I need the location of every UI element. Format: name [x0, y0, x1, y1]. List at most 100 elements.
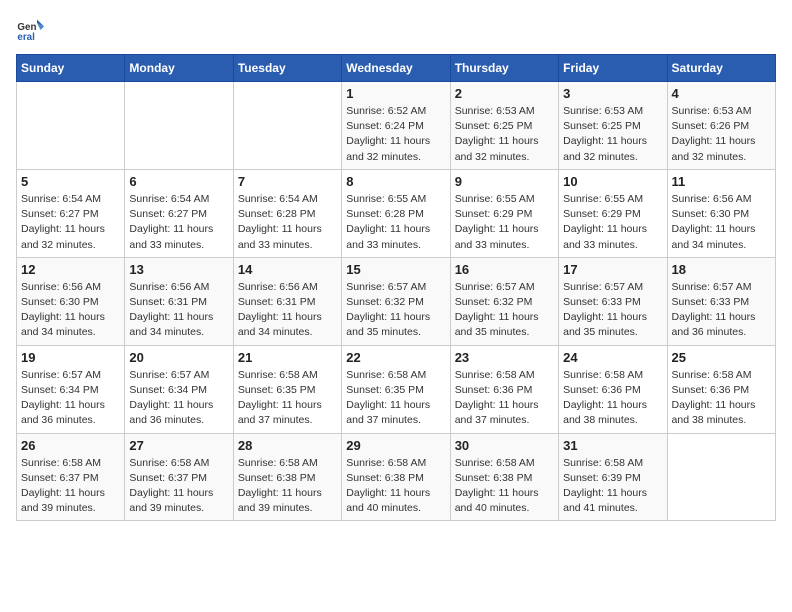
day-cell: 22 Sunrise: 6:58 AMSunset: 6:35 PMDayligh…	[342, 345, 450, 433]
header-wednesday: Wednesday	[342, 55, 450, 82]
week-row-4: 26 Sunrise: 6:58 AMSunset: 6:37 PMDayligh…	[17, 433, 776, 521]
day-cell: 1 Sunrise: 6:52 AMSunset: 6:24 PMDaylight…	[342, 82, 450, 170]
header-thursday: Thursday	[450, 55, 558, 82]
day-cell: 26 Sunrise: 6:58 AMSunset: 6:37 PMDayligh…	[17, 433, 125, 521]
day-info: Sunrise: 6:53 AMSunset: 6:26 PMDaylight:…	[672, 104, 771, 165]
day-number: 14	[238, 262, 337, 277]
header-friday: Friday	[559, 55, 667, 82]
week-row-2: 12 Sunrise: 6:56 AMSunset: 6:30 PMDayligh…	[17, 257, 776, 345]
day-number: 19	[21, 350, 120, 365]
day-number: 7	[238, 174, 337, 189]
day-number: 27	[129, 438, 228, 453]
day-number: 22	[346, 350, 445, 365]
day-info: Sunrise: 6:53 AMSunset: 6:25 PMDaylight:…	[455, 104, 554, 165]
day-cell: 29 Sunrise: 6:58 AMSunset: 6:38 PMDayligh…	[342, 433, 450, 521]
header-sunday: Sunday	[17, 55, 125, 82]
day-number: 11	[672, 174, 771, 189]
day-cell: 4 Sunrise: 6:53 AMSunset: 6:26 PMDaylight…	[667, 82, 775, 170]
week-row-1: 5 Sunrise: 6:54 AMSunset: 6:27 PMDaylight…	[17, 169, 776, 257]
day-info: Sunrise: 6:56 AMSunset: 6:31 PMDaylight:…	[238, 280, 337, 341]
day-cell: 25 Sunrise: 6:58 AMSunset: 6:36 PMDayligh…	[667, 345, 775, 433]
calendar-table: SundayMondayTuesdayWednesdayThursdayFrid…	[16, 54, 776, 521]
day-info: Sunrise: 6:56 AMSunset: 6:31 PMDaylight:…	[129, 280, 228, 341]
day-info: Sunrise: 6:54 AMSunset: 6:28 PMDaylight:…	[238, 192, 337, 253]
day-info: Sunrise: 6:58 AMSunset: 6:38 PMDaylight:…	[238, 456, 337, 517]
day-number: 12	[21, 262, 120, 277]
day-cell	[667, 433, 775, 521]
day-number: 4	[672, 86, 771, 101]
day-info: Sunrise: 6:54 AMSunset: 6:27 PMDaylight:…	[21, 192, 120, 253]
day-cell: 8Sunrise: 6:55 AMSunset: 6:28 PMDaylight…	[342, 169, 450, 257]
day-cell: 12 Sunrise: 6:56 AMSunset: 6:30 PMDayligh…	[17, 257, 125, 345]
day-cell: 7 Sunrise: 6:54 AMSunset: 6:28 PMDaylight…	[233, 169, 341, 257]
day-cell: 21 Sunrise: 6:58 AMSunset: 6:35 PMDayligh…	[233, 345, 341, 433]
day-info: Sunrise: 6:57 AMSunset: 6:33 PMDaylight:…	[563, 280, 662, 341]
day-cell: 17 Sunrise: 6:57 AMSunset: 6:33 PMDayligh…	[559, 257, 667, 345]
day-info: Sunrise: 6:58 AMSunset: 6:35 PMDaylight:…	[346, 368, 445, 429]
day-info: Sunrise: 6:56 AMSunset: 6:30 PMDaylight:…	[21, 280, 120, 341]
calendar-body: 1 Sunrise: 6:52 AMSunset: 6:24 PMDaylight…	[17, 82, 776, 521]
day-info: Sunrise: 6:57 AMSunset: 6:32 PMDaylight:…	[455, 280, 554, 341]
day-number: 24	[563, 350, 662, 365]
day-info: Sunrise: 6:55 AMSunset: 6:28 PMDaylight:…	[346, 192, 445, 253]
day-info: Sunrise: 6:57 AMSunset: 6:34 PMDaylight:…	[129, 368, 228, 429]
day-number: 28	[238, 438, 337, 453]
day-cell: 23 Sunrise: 6:58 AMSunset: 6:36 PMDayligh…	[450, 345, 558, 433]
day-number: 10	[563, 174, 662, 189]
day-info: Sunrise: 6:58 AMSunset: 6:38 PMDaylight:…	[455, 456, 554, 517]
day-info: Sunrise: 6:56 AMSunset: 6:30 PMDaylight:…	[672, 192, 771, 253]
day-number: 23	[455, 350, 554, 365]
day-cell: 10 Sunrise: 6:55 AMSunset: 6:29 PMDayligh…	[559, 169, 667, 257]
day-number: 29	[346, 438, 445, 453]
calendar-header: SundayMondayTuesdayWednesdayThursdayFrid…	[17, 55, 776, 82]
day-number: 16	[455, 262, 554, 277]
header-monday: Monday	[125, 55, 233, 82]
day-cell	[17, 82, 125, 170]
day-number: 31	[563, 438, 662, 453]
day-cell: 2Sunrise: 6:53 AMSunset: 6:25 PMDaylight…	[450, 82, 558, 170]
day-cell: 16 Sunrise: 6:57 AMSunset: 6:32 PMDayligh…	[450, 257, 558, 345]
day-number: 3	[563, 86, 662, 101]
day-cell: 30Sunrise: 6:58 AMSunset: 6:38 PMDayligh…	[450, 433, 558, 521]
day-info: Sunrise: 6:58 AMSunset: 6:39 PMDaylight:…	[563, 456, 662, 517]
day-number: 25	[672, 350, 771, 365]
day-cell: 11 Sunrise: 6:56 AMSunset: 6:30 PMDayligh…	[667, 169, 775, 257]
day-cell: 27 Sunrise: 6:58 AMSunset: 6:37 PMDayligh…	[125, 433, 233, 521]
day-info: Sunrise: 6:53 AMSunset: 6:25 PMDaylight:…	[563, 104, 662, 165]
day-cell: 18Sunrise: 6:57 AMSunset: 6:33 PMDayligh…	[667, 257, 775, 345]
day-number: 21	[238, 350, 337, 365]
day-number: 5	[21, 174, 120, 189]
day-info: Sunrise: 6:57 AMSunset: 6:34 PMDaylight:…	[21, 368, 120, 429]
day-number: 15	[346, 262, 445, 277]
day-info: Sunrise: 6:58 AMSunset: 6:36 PMDaylight:…	[563, 368, 662, 429]
day-info: Sunrise: 6:58 AMSunset: 6:37 PMDaylight:…	[129, 456, 228, 517]
day-number: 17	[563, 262, 662, 277]
day-number: 9	[455, 174, 554, 189]
day-cell: 3 Sunrise: 6:53 AMSunset: 6:25 PMDaylight…	[559, 82, 667, 170]
day-cell: 28 Sunrise: 6:58 AMSunset: 6:38 PMDayligh…	[233, 433, 341, 521]
day-info: Sunrise: 6:52 AMSunset: 6:24 PMDaylight:…	[346, 104, 445, 165]
day-cell: 15 Sunrise: 6:57 AMSunset: 6:32 PMDayligh…	[342, 257, 450, 345]
day-number: 6	[129, 174, 228, 189]
day-info: Sunrise: 6:58 AMSunset: 6:36 PMDaylight:…	[455, 368, 554, 429]
day-info: Sunrise: 6:58 AMSunset: 6:38 PMDaylight:…	[346, 456, 445, 517]
day-info: Sunrise: 6:55 AMSunset: 6:29 PMDaylight:…	[563, 192, 662, 253]
day-number: 26	[21, 438, 120, 453]
day-cell	[233, 82, 341, 170]
day-info: Sunrise: 6:58 AMSunset: 6:36 PMDaylight:…	[672, 368, 771, 429]
header-tuesday: Tuesday	[233, 55, 341, 82]
day-cell: 9 Sunrise: 6:55 AMSunset: 6:29 PMDaylight…	[450, 169, 558, 257]
day-number: 1	[346, 86, 445, 101]
day-info: Sunrise: 6:57 AMSunset: 6:32 PMDaylight:…	[346, 280, 445, 341]
week-row-0: 1 Sunrise: 6:52 AMSunset: 6:24 PMDaylight…	[17, 82, 776, 170]
day-info: Sunrise: 6:58 AMSunset: 6:37 PMDaylight:…	[21, 456, 120, 517]
week-row-3: 19 Sunrise: 6:57 AMSunset: 6:34 PMDayligh…	[17, 345, 776, 433]
day-cell: 24 Sunrise: 6:58 AMSunset: 6:36 PMDayligh…	[559, 345, 667, 433]
day-info: Sunrise: 6:54 AMSunset: 6:27 PMDaylight:…	[129, 192, 228, 253]
logo: Gen eral	[16, 16, 48, 44]
day-info: Sunrise: 6:58 AMSunset: 6:35 PMDaylight:…	[238, 368, 337, 429]
day-info: Sunrise: 6:55 AMSunset: 6:29 PMDaylight:…	[455, 192, 554, 253]
day-cell: 6 Sunrise: 6:54 AMSunset: 6:27 PMDaylight…	[125, 169, 233, 257]
day-info: Sunrise: 6:57 AMSunset: 6:33 PMDaylight:…	[672, 280, 771, 341]
day-cell: 20Sunrise: 6:57 AMSunset: 6:34 PMDayligh…	[125, 345, 233, 433]
